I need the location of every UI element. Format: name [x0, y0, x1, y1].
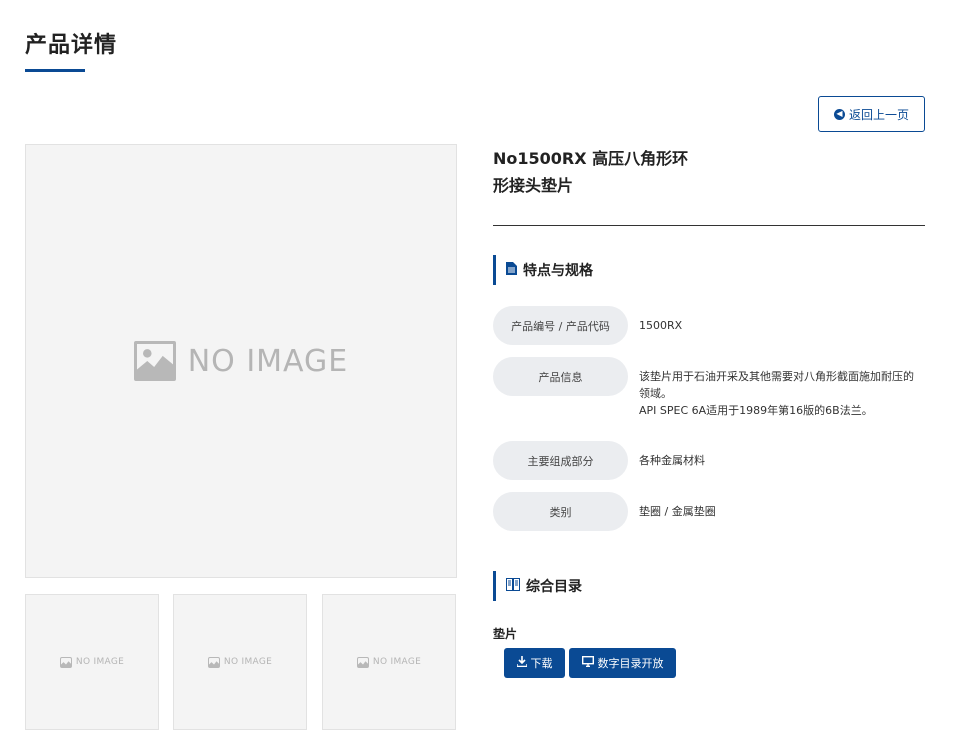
catalog-category-label: 垫片 [493, 627, 518, 641]
thumbnail-2[interactable]: NO IMAGE [173, 594, 307, 730]
spec-value-info: 该垫片用于石油开采及其他需要对八角形截面施加耐压的 领域。 API SPEC 6… [639, 368, 929, 419]
book-icon [506, 577, 520, 595]
document-icon [506, 261, 517, 279]
product-name-line1: No1500RX 高压八角形环 [493, 149, 689, 168]
download-button-label: 下载 [530, 657, 553, 670]
divider [493, 225, 925, 226]
no-image-text: NO IMAGE [75, 657, 125, 667]
product-name: No1500RX 高压八角形环 形接头垫片 [493, 145, 723, 199]
monitor-icon [581, 655, 594, 670]
no-image-text: NO IMAGE [372, 657, 422, 667]
spec-value-line: 该垫片用于石油开采及其他需要对八角形截面施加耐压的 [639, 370, 914, 383]
download-button[interactable]: 下载 [504, 648, 565, 678]
catalog-section-heading: 综合目录 [493, 571, 582, 601]
spec-value-line: 各种金属材料 [639, 454, 705, 467]
back-button-label: 返回上一页 [848, 107, 909, 122]
image-placeholder-icon [133, 341, 176, 381]
specs-section-heading: 特点与规格 [493, 255, 593, 285]
image-placeholder-icon [207, 656, 220, 668]
image-placeholder-icon [59, 656, 72, 668]
spec-value-category: 垫圈 / 金属垫圈 [639, 503, 929, 520]
spec-label-code: 产品编号 / 产品代码 [493, 306, 628, 345]
spec-label-components: 主要组成部分 [493, 441, 628, 480]
spec-label-category: 类别 [493, 492, 628, 531]
no-image-text: NO IMAGE [187, 343, 349, 379]
spec-value-line: 1500RX [639, 319, 683, 332]
digital-catalog-button-label: 数字目录开放 [597, 657, 664, 670]
specs-section-title: 特点与规格 [523, 263, 593, 279]
product-name-line2: 形接头垫片 [493, 176, 574, 195]
no-image-text: NO IMAGE [223, 657, 273, 667]
arrow-left-circle-icon: ◀ [833, 108, 845, 120]
title-underline [25, 69, 85, 72]
page-title: 产品详情 [25, 33, 118, 58]
spec-label-info: 产品信息 [493, 357, 628, 396]
spec-value-line: 垫圈 / 金属垫圈 [639, 505, 716, 518]
spec-value-line: 领域。 [639, 387, 672, 400]
spec-value-line: API SPEC 6A适用于1989年第16版的6B法兰。 [639, 404, 873, 417]
download-icon [515, 656, 528, 670]
digital-catalog-button[interactable]: 数字目录开放 [569, 648, 676, 678]
image-placeholder-icon [356, 656, 369, 668]
catalog-section-title: 综合目录 [526, 579, 582, 595]
spec-value-code: 1500RX [639, 317, 929, 334]
thumbnail-3[interactable]: NO IMAGE [322, 594, 456, 730]
main-product-image: NO IMAGE [25, 144, 457, 578]
back-button[interactable]: ◀ 返回上一页 [818, 96, 925, 132]
spec-value-components: 各种金属材料 [639, 452, 929, 469]
thumbnail-1[interactable]: NO IMAGE [25, 594, 159, 730]
